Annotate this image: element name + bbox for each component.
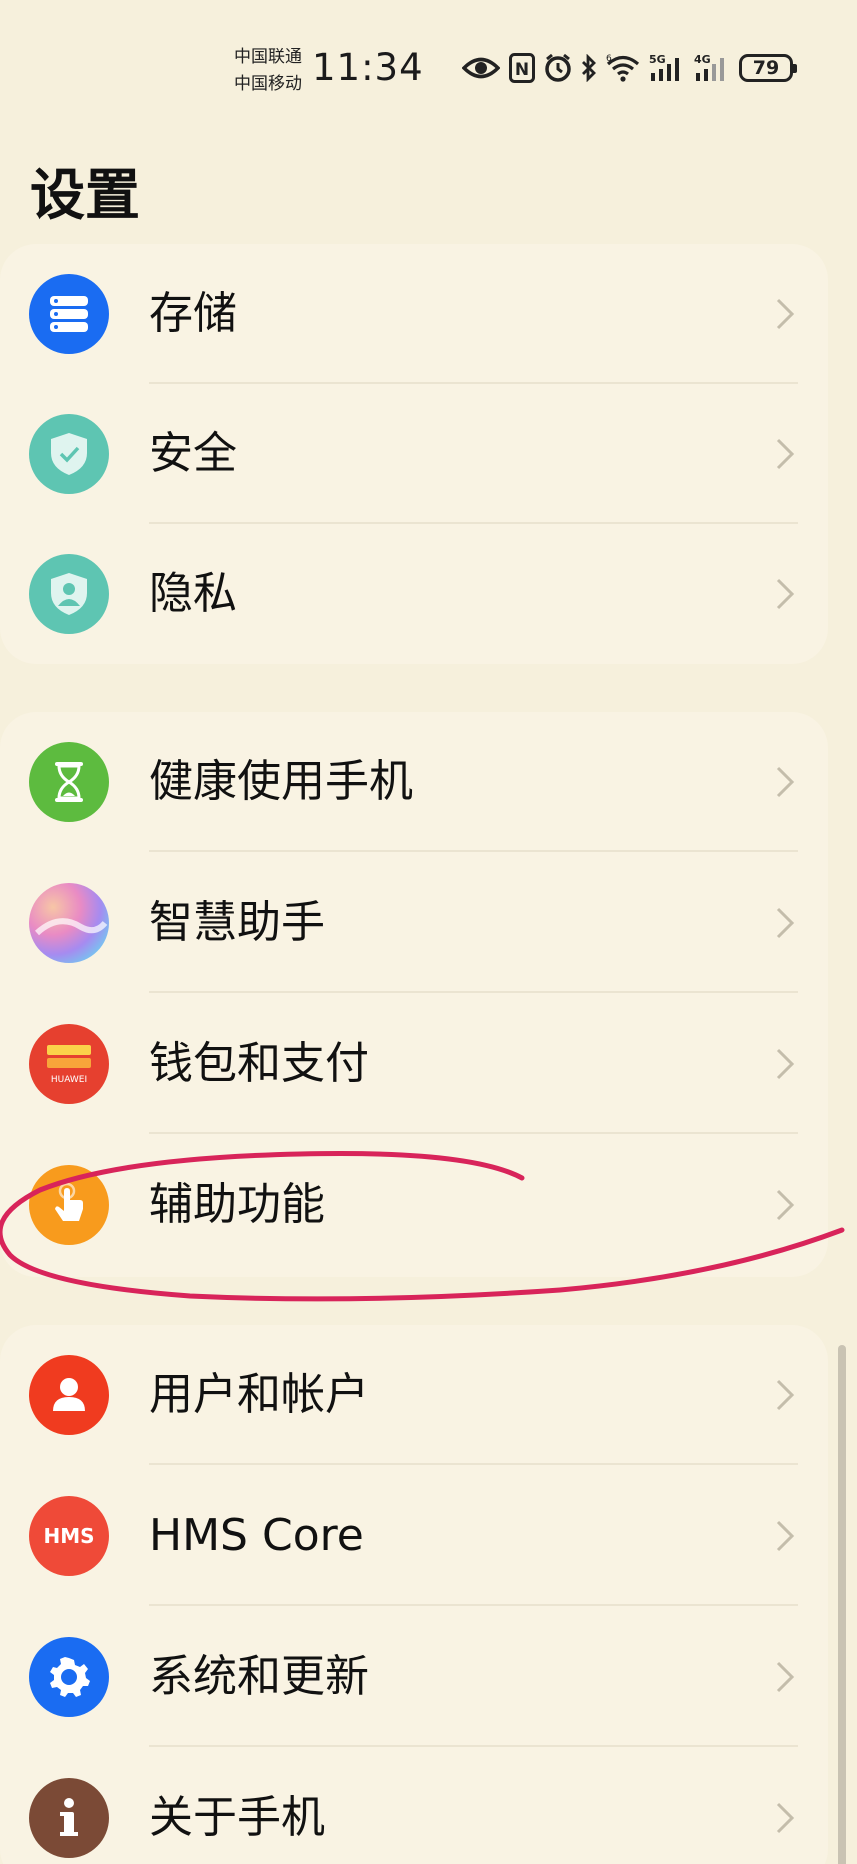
settings-item-label: HMS Core — [149, 1510, 364, 1561]
settings-item-users-accounts[interactable]: 用户和帐户 — [0, 1325, 828, 1465]
status-bar: 中国联通 中国移动 11:34 N 6 5G 4G 79 — [0, 38, 857, 104]
settings-item-privacy[interactable]: 隐私 — [0, 524, 828, 664]
settings-item-label: 隐私 — [149, 568, 237, 619]
settings-group-1: 存储 安全 隐私 — [0, 244, 828, 664]
divider — [149, 850, 798, 852]
chevron-right-icon — [776, 1802, 795, 1834]
settings-item-security[interactable]: 安全 — [0, 384, 828, 524]
settings-item-system-update[interactable]: 系统和更新 — [0, 1607, 828, 1747]
bluetooth-icon — [581, 54, 597, 82]
settings-item-about-phone[interactable]: 关于手机 — [0, 1748, 828, 1864]
settings-item-accessibility[interactable]: 辅助功能 — [0, 1135, 828, 1275]
divider — [149, 1745, 798, 1747]
settings-item-label: 关于手机 — [149, 1792, 325, 1843]
settings-item-label: 系统和更新 — [149, 1651, 369, 1702]
svg-text:4G: 4G — [694, 53, 711, 66]
carrier-1: 中国联通 — [234, 47, 302, 67]
chevron-right-icon — [776, 1661, 795, 1693]
signal-icon: 5G — [649, 53, 685, 83]
settings-item-label: 智慧助手 — [149, 897, 325, 948]
page-title: 设置 — [30, 163, 141, 227]
divider — [149, 1463, 798, 1465]
svg-text:N: N — [515, 60, 529, 80]
nfc-icon: N — [509, 53, 535, 83]
chevron-right-icon — [776, 298, 795, 330]
hourglass-icon — [29, 742, 109, 822]
settings-item-label: 用户和帐户 — [149, 1369, 369, 1420]
hand-icon — [29, 1165, 109, 1245]
scrollbar[interactable] — [838, 1345, 846, 1864]
eye-icon — [462, 55, 500, 81]
settings-item-assistant[interactable]: 智慧助手 — [0, 853, 828, 993]
divider — [149, 1132, 798, 1134]
settings-item-label: 健康使用手机 — [149, 756, 413, 807]
svg-text:5G: 5G — [649, 53, 666, 66]
settings-group-2: 健康使用手机 智慧助手 HUAWEI 钱包和支付 辅助功能 — [0, 712, 828, 1277]
divider — [149, 991, 798, 993]
shield-icon — [29, 414, 109, 494]
wallet-icon: HUAWEI — [29, 1024, 109, 1104]
status-icons: N 6 5G 4G 79 — [462, 48, 797, 88]
alarm-icon — [544, 53, 572, 83]
privacy-icon — [29, 554, 109, 634]
settings-item-label: 存储 — [149, 288, 237, 339]
carrier-2: 中国移动 — [234, 74, 302, 94]
hms-icon: HMS — [29, 1496, 109, 1576]
divider — [149, 1604, 798, 1606]
settings-group-3: 用户和帐户 HMS HMS Core 系统和更新 关于手机 — [0, 1325, 828, 1864]
chevron-right-icon — [776, 438, 795, 470]
signal-icon: 4G — [694, 53, 730, 83]
svg-text:HMS: HMS — [43, 1524, 94, 1548]
settings-item-wallet[interactable]: HUAWEI 钱包和支付 — [0, 994, 828, 1134]
settings-item-label: 安全 — [149, 428, 237, 479]
clock: 11:34 — [312, 46, 424, 89]
storage-icon — [29, 274, 109, 354]
chevron-right-icon — [776, 578, 795, 610]
info-icon — [29, 1778, 109, 1858]
chevron-right-icon — [776, 1048, 795, 1080]
battery-icon: 79 — [739, 54, 797, 82]
user-icon — [29, 1355, 109, 1435]
svg-text:6: 6 — [606, 54, 612, 64]
wifi-icon: 6 — [606, 54, 640, 82]
settings-item-hms-core[interactable]: HMS HMS Core — [0, 1466, 828, 1606]
settings-item-label: 辅助功能 — [149, 1179, 325, 1230]
chevron-right-icon — [776, 1189, 795, 1221]
chevron-right-icon — [776, 766, 795, 798]
chevron-right-icon — [776, 1520, 795, 1552]
settings-item-storage[interactable]: 存储 — [0, 244, 828, 384]
svg-text:HUAWEI: HUAWEI — [51, 1075, 87, 1085]
assistant-icon — [29, 883, 109, 963]
settings-item-digital-balance[interactable]: 健康使用手机 — [0, 712, 828, 852]
chevron-right-icon — [776, 907, 795, 939]
carrier-labels: 中国联通 中国移动 — [234, 44, 302, 98]
settings-item-label: 钱包和支付 — [149, 1038, 369, 1089]
settings-screen: 中国联通 中国移动 11:34 N 6 5G 4G 79 设置 存储 安全 隐私… — [0, 0, 857, 1864]
gear-icon — [29, 1637, 109, 1717]
chevron-right-icon — [776, 1379, 795, 1411]
